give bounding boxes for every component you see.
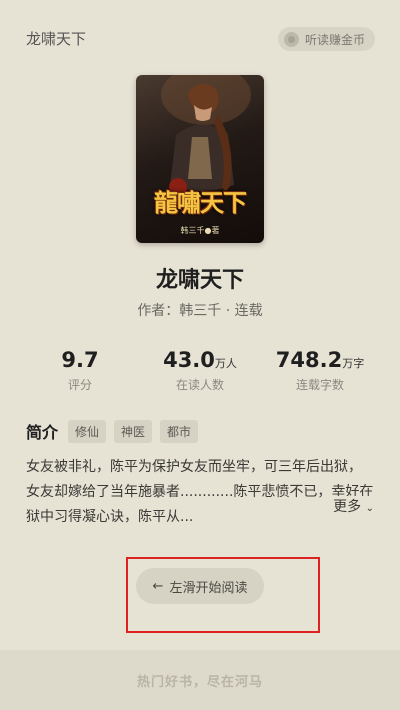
- stat-rating-value: 9.7: [61, 348, 99, 372]
- listen-earn-coins-button[interactable]: 听读赚金币: [277, 27, 375, 51]
- footer-text: 热门好书，尽在河马: [136, 674, 263, 690]
- footer-banner: 热门好书，尽在河马: [0, 650, 400, 710]
- stat-words-unit: 万字: [342, 357, 365, 370]
- stat-rating-label: 评分: [67, 378, 92, 392]
- listen-label: 听读赚金币: [304, 32, 365, 47]
- stat-words-label: 连载字数: [295, 378, 344, 392]
- book-title: 龙啸天下: [155, 268, 244, 293]
- stat-word-count: 748.2万字 连载字数: [260, 348, 380, 393]
- tag-shenyi[interactable]: 神医: [114, 419, 153, 443]
- tag-xiuxian[interactable]: 修仙: [68, 419, 107, 443]
- intro-header: 简介 修仙 神医 都市: [26, 419, 199, 443]
- tag-dushi[interactable]: 都市: [160, 419, 199, 443]
- stat-rating: 9.7 评分: [20, 348, 140, 393]
- stat-readers: 43.0万人 在读人数: [140, 348, 260, 393]
- more-label: 更多: [333, 499, 362, 515]
- book-stats: 9.7 评分 43.0万人 在读人数 748.2万字 连载字数: [20, 348, 380, 393]
- start-reading-label: 左滑开始阅读: [169, 580, 248, 596]
- cover-title-art: 龍嘯天下: [154, 188, 247, 217]
- chevron-down-icon: ⌄: [365, 503, 374, 514]
- stat-readers-unit: 万人: [214, 357, 237, 370]
- top-bar: 龙啸天下 听读赚金币: [0, 0, 400, 78]
- cover-author-art: 韩三千●著: [180, 226, 220, 235]
- synopsis-text: 女友被非礼，陈平为保护女友而坐牢，可三年后出狱，女友却嫁给了当年施暴者.....…: [26, 459, 374, 525]
- book-cover[interactable]: 龍嘯天下 韩三千●著: [136, 75, 264, 243]
- start-reading-button[interactable]: ← 左滑开始阅读: [136, 568, 264, 604]
- book-author-status: 作者：韩三千 · 连载: [137, 303, 263, 319]
- arrow-left-icon: ←: [152, 578, 164, 594]
- stat-readers-label: 在读人数: [175, 378, 224, 392]
- intro-heading: 简介: [26, 423, 59, 442]
- more-button[interactable]: 更多 ⌄: [323, 496, 374, 516]
- stat-readers-value: 43.0: [163, 348, 215, 372]
- header-title: 龙啸天下: [26, 30, 87, 48]
- stat-words-value: 748.2: [275, 348, 343, 372]
- listen-toggle-icon: [283, 31, 299, 47]
